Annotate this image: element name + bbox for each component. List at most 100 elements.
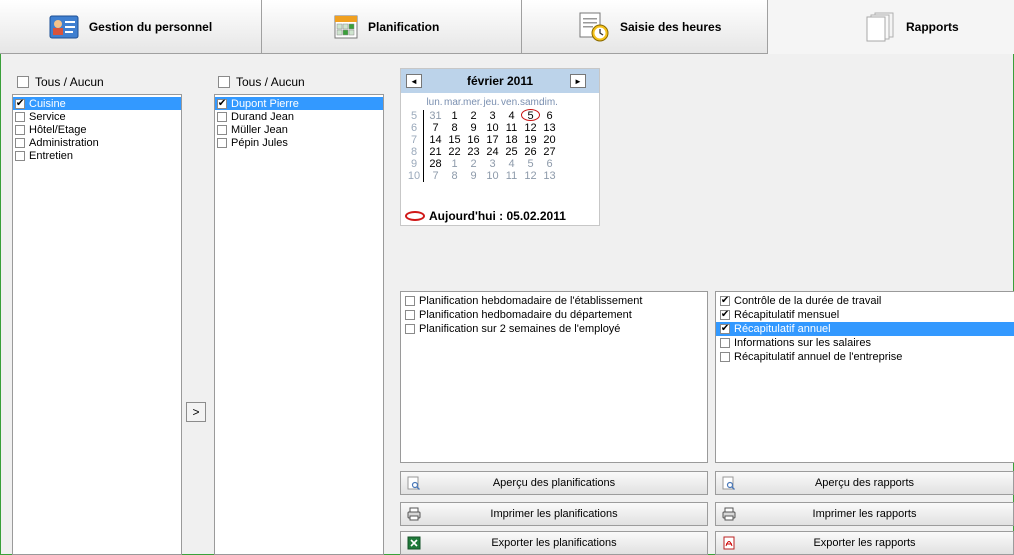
list-item-entretien[interactable]: Entretien (13, 149, 181, 162)
checkbox[interactable] (217, 124, 227, 135)
list-item-annual-summary[interactable]: ✔ Récapitulatif annuel (716, 322, 1014, 336)
calendar-day[interactable]: 26 (521, 146, 540, 158)
calendar-day[interactable]: 6 (540, 158, 559, 170)
calendar-day[interactable]: 18 (502, 134, 521, 146)
calendar-day[interactable]: 28 (426, 158, 445, 170)
calendar-day[interactable]: 11 (502, 122, 521, 134)
calendar-day[interactable]: 11 (502, 170, 521, 182)
next-month-button[interactable]: ► (570, 74, 586, 88)
calendar-day[interactable]: 12 (521, 170, 540, 182)
checkbox[interactable] (15, 150, 25, 161)
list-item-administration[interactable]: Administration (13, 136, 181, 149)
checkbox[interactable] (217, 137, 227, 148)
calendar-day[interactable]: 9 (464, 170, 483, 182)
calendar-day[interactable]: 10 (483, 170, 502, 182)
list-item-cuisine[interactable]: ✔ Cuisine (13, 97, 181, 110)
print-reports-button[interactable]: Imprimer les rapports (715, 502, 1014, 526)
calendar-day[interactable]: 4 (502, 110, 521, 122)
departments-select-all[interactable]: Tous / Aucun (17, 75, 104, 89)
list-item-monthly-summary[interactable]: ✔ Récapitulatif mensuel (716, 308, 1014, 322)
calendar-day[interactable]: 22 (445, 146, 464, 158)
calendar-day[interactable]: 4 (502, 158, 521, 170)
calendar-day[interactable]: 20 (540, 134, 559, 146)
calendar-day[interactable]: 3 (483, 110, 502, 122)
reports-list[interactable]: ✔ Contrôle de la durée de travail ✔ Récapi… (715, 291, 1014, 463)
list-item-pepin-jules[interactable]: Pépin Jules (215, 136, 383, 149)
list-item-salary-info[interactable]: Informations sur les salaires (716, 336, 1014, 350)
preview-planning-button[interactable]: Aperçu des planifications (400, 471, 708, 495)
employees-select-all[interactable]: Tous / Aucun (218, 75, 305, 89)
calendar-day[interactable]: 19 (521, 134, 540, 146)
list-item-planning-department[interactable]: Planification hedbomadaire du départemen… (401, 308, 707, 322)
calendar-day[interactable]: 13 (540, 122, 559, 134)
calendar-day[interactable]: 1 (445, 110, 464, 122)
calendar-day[interactable]: 25 (502, 146, 521, 158)
transfer-button[interactable]: > (186, 402, 206, 422)
calendar-day[interactable]: 5 (521, 158, 540, 170)
calendar-day[interactable]: 7 (426, 170, 445, 182)
list-item-muller-jean[interactable]: Müller Jean (215, 123, 383, 136)
list-item-hotel-etage[interactable]: Hôtel/Etage (13, 123, 181, 136)
list-item-durand-jean[interactable]: Durand Jean (215, 110, 383, 123)
checkbox[interactable] (15, 124, 25, 135)
calendar-day[interactable]: 17 (483, 134, 502, 146)
list-item-dupont-pierre[interactable]: ✔ Dupont Pierre (215, 97, 383, 110)
export-reports-button[interactable]: Exporter les rapports (715, 531, 1014, 555)
calendar-day[interactable]: 24 (483, 146, 502, 158)
planning-reports-list[interactable]: Planification hebdomadaire de l'établiss… (400, 291, 708, 463)
calendar-day[interactable]: 23 (464, 146, 483, 158)
checkbox[interactable] (217, 111, 227, 122)
print-planning-button[interactable]: Imprimer les planifications (400, 502, 708, 526)
checkbox[interactable]: ✔ (720, 310, 730, 320)
checkbox[interactable] (720, 338, 730, 348)
month-calendar[interactable]: ◄ février 2011 ► lun. mar. mer. jeu. ven… (400, 68, 600, 226)
checkbox[interactable] (405, 296, 415, 306)
checkbox[interactable]: ✔ (720, 296, 730, 306)
tab-gestion-du-personnel[interactable]: Gestion du personnel (0, 0, 262, 54)
list-item-service[interactable]: Service (13, 110, 181, 123)
calendar-day[interactable]: 10 (483, 122, 502, 134)
calendar-day[interactable]: 27 (540, 146, 559, 158)
checkbox[interactable]: ✔ (15, 98, 25, 109)
calendar-day[interactable]: 8 (445, 170, 464, 182)
checkbox[interactable] (15, 111, 25, 122)
tab-planification[interactable]: Planification (262, 0, 522, 54)
checkbox[interactable] (720, 352, 730, 362)
calendar-day[interactable]: 2 (464, 158, 483, 170)
list-item-planning-establishment[interactable]: Planification hebdomadaire de l'établiss… (401, 294, 707, 308)
tab-saisie-des-heures[interactable]: Saisie des heures (522, 0, 768, 54)
tab-rapports[interactable]: Rapports (768, 0, 1014, 54)
list-item-company-annual-summary[interactable]: Récapitulatif annuel de l'entreprise (716, 350, 1014, 364)
list-item-label: Müller Jean (231, 123, 288, 136)
calendar-day[interactable]: 16 (464, 134, 483, 146)
calendar-day[interactable]: 1 (445, 158, 464, 170)
departments-list[interactable]: ✔ Cuisine Service Hôtel/Etage Administrat… (12, 94, 182, 555)
checkbox[interactable] (405, 310, 415, 320)
calendar-day[interactable]: 6 (540, 110, 559, 122)
calendar-day[interactable]: 21 (426, 146, 445, 158)
checkbox[interactable]: ✔ (217, 98, 227, 109)
checkbox[interactable] (15, 137, 25, 148)
employees-list[interactable]: ✔ Dupont Pierre Durand Jean Müller Jean P… (214, 94, 384, 555)
calendar-day[interactable]: 9 (464, 122, 483, 134)
checkbox[interactable] (218, 76, 230, 88)
calendar-day[interactable]: 7 (426, 122, 445, 134)
calendar-day[interactable]: 12 (521, 122, 540, 134)
today-link[interactable]: Aujourd'hui : 05.02.2011 (405, 209, 566, 223)
calendar-day[interactable]: 14 (426, 134, 445, 146)
list-item-work-duration[interactable]: ✔ Contrôle de la durée de travail (716, 294, 1014, 308)
preview-reports-button[interactable]: Aperçu des rapports (715, 471, 1014, 495)
checkbox[interactable] (405, 324, 415, 334)
calendar-day[interactable]: 3 (483, 158, 502, 170)
calendar-day[interactable]: 8 (445, 122, 464, 134)
calendar-day[interactable]: 13 (540, 170, 559, 182)
calendar-day-today[interactable]: 5 (521, 109, 540, 122)
checkbox[interactable] (17, 76, 29, 88)
checkbox[interactable]: ✔ (720, 324, 730, 334)
calendar-day[interactable]: 2 (464, 110, 483, 122)
calendar-day[interactable]: 15 (445, 134, 464, 146)
calendar-week: 10 7 8 9 10 11 12 13 (405, 170, 559, 182)
export-planning-button[interactable]: Exporter les planifications (400, 531, 708, 555)
calendar-day[interactable]: 31 (426, 110, 445, 122)
list-item-planning-employee[interactable]: Planification sur 2 semaines de l'employ… (401, 322, 707, 336)
